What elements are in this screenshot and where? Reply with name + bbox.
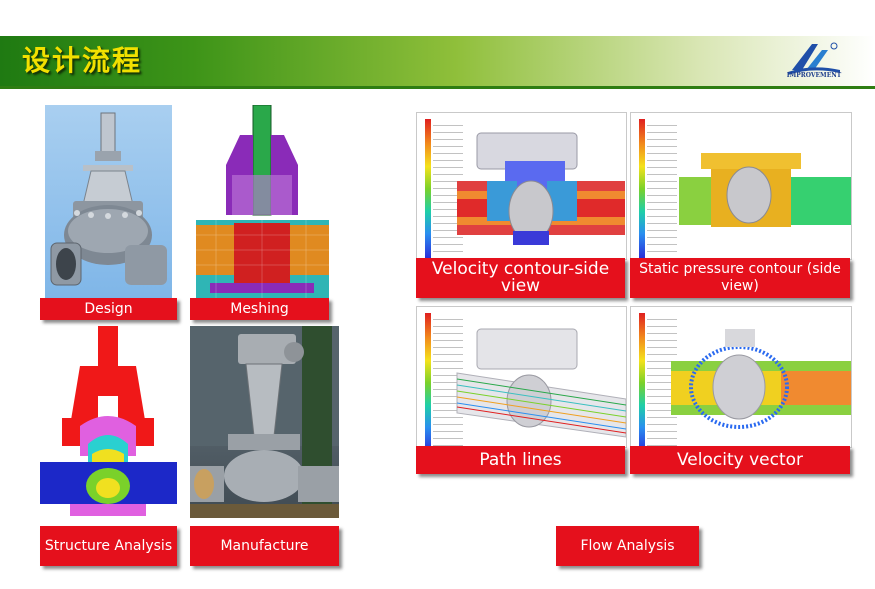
meshing-label: Meshing	[190, 298, 329, 320]
structure-analysis-label: Structure Analysis	[40, 526, 177, 566]
path-lines-image	[416, 306, 627, 448]
logo-text: IMPROVEMENT	[786, 72, 842, 79]
static-pressure-image	[630, 112, 852, 260]
meshing-image	[196, 105, 329, 298]
manufacture-image	[190, 326, 339, 518]
static-pressure-label: Static pressure contour (side view)	[630, 258, 850, 298]
page-title: 设计流程	[22, 44, 143, 77]
header-underline	[0, 86, 875, 89]
structure-analysis-image	[40, 326, 177, 518]
velocity-contour-image	[416, 112, 627, 260]
velocity-vector-label: Velocity vector	[630, 446, 850, 474]
design-image	[45, 105, 172, 298]
velocity-contour-label: Velocity contour-side view	[416, 258, 625, 298]
path-lines-label: Path lines	[416, 446, 625, 474]
manufacture-label: Manufacture	[190, 526, 339, 566]
velocity-vector-image	[630, 306, 852, 448]
design-label: Design	[40, 298, 177, 320]
flow-analysis-label: Flow Analysis	[556, 526, 699, 566]
